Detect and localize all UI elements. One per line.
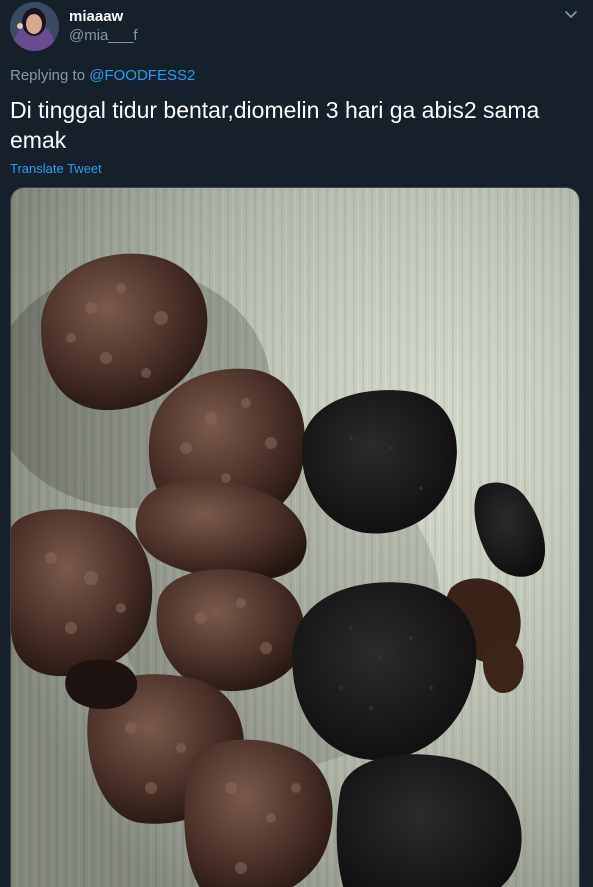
author-names: miaaaw @mia___f <box>69 8 138 46</box>
tweet-text: Di tinggal tidur bentar,diomelin 3 hari … <box>10 97 540 153</box>
tweet: miaaaw @mia___f Replying to @FOODFESS2 D… <box>0 0 593 887</box>
user-handle[interactable]: @mia___f <box>69 26 138 46</box>
replying-to: Replying to @FOODFESS2 <box>10 66 195 86</box>
tweet-header: miaaaw @mia___f <box>10 2 583 52</box>
chevron-down-icon[interactable] <box>563 6 579 22</box>
avatar[interactable] <box>10 2 59 51</box>
user-avatar-icon <box>10 2 59 51</box>
tweet-photo[interactable] <box>10 187 580 887</box>
replying-to-label: Replying to <box>10 67 86 84</box>
display-name[interactable]: miaaaw <box>69 8 138 26</box>
translate-tweet-link[interactable]: Translate Tweet <box>10 161 102 177</box>
reply-mention-link[interactable]: @FOODFESS2 <box>89 67 195 84</box>
photo-of-burnt-cookies-and-muffins-icon <box>11 188 579 887</box>
